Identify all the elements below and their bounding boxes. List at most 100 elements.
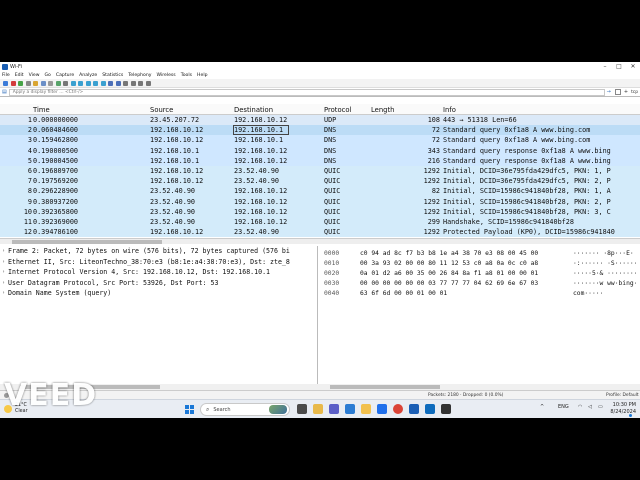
bytes-row[interactable]: 0020 0a 01 d2 a6 00 35 00 26 84 8a f1 a8 …	[320, 270, 640, 280]
terminal-icon[interactable]	[441, 404, 451, 414]
menu-telephony[interactable]: Telephony	[128, 73, 151, 78]
close-file-icon[interactable]	[48, 80, 53, 86]
packet-row[interactable]: 3 0.159462800 192.168.10.12 192.168.10.1 DNS…	[0, 135, 640, 146]
expand-triangle-icon[interactable]: ›	[2, 248, 5, 254]
first-packet-icon[interactable]	[93, 80, 98, 86]
packet-row[interactable]: 4 0.190000500 192.168.10.1 192.168.10.12 DNS…	[0, 145, 640, 156]
start-capture-icon[interactable]	[3, 80, 8, 86]
minimize-icon[interactable]: –	[598, 63, 612, 70]
detail-udp[interactable]: › User Datagram Protocol, Src Port: 53926…	[0, 278, 317, 289]
menu-capture[interactable]: Capture	[56, 73, 74, 78]
zoom-out-icon[interactable]	[130, 80, 136, 86]
menu-statistics[interactable]: Statistics	[102, 73, 123, 78]
column-time[interactable]: Time	[33, 106, 50, 114]
tray-language[interactable]: ENG	[558, 404, 569, 410]
column-info[interactable]: Info	[443, 106, 456, 114]
packet-cell-info: Standard query response 0xf1a8 A www.bin…	[443, 156, 611, 165]
detail-dns[interactable]: › Domain Name System (query)	[0, 288, 317, 299]
profile-label[interactable]: Profile: Default	[606, 393, 639, 398]
menu-help[interactable]: Help	[197, 73, 207, 78]
capture-options-icon[interactable]	[25, 80, 31, 86]
zoom-in-icon[interactable]	[123, 80, 128, 86]
maximize-icon[interactable]: □	[612, 63, 626, 70]
menu-wireless[interactable]: Wireless	[156, 73, 175, 78]
packet-row[interactable]: 2 0.060484600 192.168.10.12 192.168.10.1 DNS…	[0, 125, 640, 136]
expand-triangle-icon[interactable]: ›	[2, 290, 5, 296]
expand-triangle-icon[interactable]: ›	[2, 259, 5, 265]
bytes-row[interactable]: 0010 00 3a 93 02 00 00 80 11 12 53 c0 a8 …	[320, 260, 640, 270]
packet-list-hscroll[interactable]	[0, 238, 640, 244]
packet-row[interactable]: 12 0.394786100 192.168.10.12 23.52.40.90 QUI…	[0, 227, 640, 238]
notification-icon[interactable]	[629, 414, 632, 417]
packet-row[interactable]: 7 0.197569200 192.168.10.12 23.52.40.90 QUIC…	[0, 176, 640, 187]
bytes-row[interactable]: 0040 63 6f 6d 00 00 01 00 01 com·····	[320, 290, 640, 300]
colorize-icon[interactable]	[115, 80, 121, 86]
task-view-icon[interactable]	[297, 404, 307, 414]
packet-row[interactable]: 6 0.196809700 192.168.10.12 23.52.40.90 QUIC…	[0, 166, 640, 177]
packet-cell-no: 5	[27, 156, 32, 165]
packet-row[interactable]: 9 0.380937200 23.52.40.90 192.168.10.12 QUIC…	[0, 196, 640, 207]
reload-icon[interactable]	[55, 80, 61, 86]
bytes-row[interactable]: 0000 c0 94 ad 8c f7 b3 b8 1e a4 38 70 e3 …	[320, 250, 640, 260]
chrome-icon[interactable]	[393, 404, 403, 414]
wireshark-taskbar-icon[interactable]	[409, 404, 419, 414]
packet-row[interactable]: 5 0.190004500 192.168.10.1 192.168.10.12 DNS…	[0, 155, 640, 166]
add-filter-button-icon[interactable]: +	[624, 89, 628, 95]
packet-row[interactable]: 10 0.392365800 23.52.40.90 192.168.10.12 QUI…	[0, 206, 640, 217]
packet-row[interactable]: 1 0.000000000 23.45.207.72 192.168.10.12 UDP…	[0, 115, 640, 126]
stop-capture-icon[interactable]	[10, 80, 16, 86]
apply-filter-icon[interactable]: →	[607, 89, 611, 95]
filter-dropdown-icon[interactable]	[614, 89, 621, 95]
column-source[interactable]: Source	[150, 106, 173, 114]
battery-icon[interactable]: ▭	[598, 404, 603, 410]
go-to-packet-icon[interactable]	[85, 80, 91, 86]
filter-button-label[interactable]: tcp	[631, 90, 638, 95]
volume-icon[interactable]: ◁	[588, 404, 592, 410]
menu-analyze[interactable]: Analyze	[79, 73, 97, 78]
store-icon[interactable]	[377, 404, 387, 414]
start-icon[interactable]	[185, 405, 194, 414]
detail-ethernet[interactable]: › Ethernet II, Src: LiteonTechno_38:70:e3…	[0, 257, 317, 268]
packet-cell-proto: DNS	[324, 126, 337, 135]
zoom-normal-icon[interactable]	[138, 80, 143, 86]
expand-triangle-icon[interactable]: ›	[2, 269, 5, 275]
last-packet-icon[interactable]	[100, 80, 106, 86]
go-forward-icon[interactable]	[78, 80, 83, 86]
taskbar-search[interactable]: ⌕ Search	[200, 403, 290, 416]
display-filter-input[interactable]: Apply a display filter … <Ctrl-/>	[8, 88, 605, 96]
packet-row[interactable]: 11 0.392369000 23.52.40.90 192.168.10.12 QUI…	[0, 217, 640, 228]
resize-columns-icon[interactable]	[145, 80, 151, 86]
scroll-thumb[interactable]	[12, 240, 162, 244]
column-protocol[interactable]: Protocol	[324, 106, 351, 114]
go-back-icon[interactable]	[70, 80, 76, 86]
autoscroll-icon[interactable]	[108, 80, 113, 86]
edge-icon[interactable]	[345, 404, 355, 414]
packet-list[interactable]: 1 0.000000000 23.45.207.72 192.168.10.12 UDP…	[0, 115, 640, 238]
column-length[interactable]: Length	[371, 106, 394, 114]
menu-view[interactable]: View	[29, 73, 40, 78]
menu-edit[interactable]: Edit	[15, 73, 24, 78]
bookmark-icon[interactable]: ▤	[2, 89, 7, 95]
packet-row[interactable]: 8 0.296228900 23.52.40.90 192.168.10.12 QUIC…	[0, 186, 640, 197]
restart-capture-icon[interactable]	[18, 80, 23, 86]
bytes-row[interactable]: 0030 00 00 00 00 00 00 03 77 77 77 04 62 …	[320, 280, 640, 290]
file-explorer-icon[interactable]	[361, 404, 371, 414]
widgets-icon[interactable]	[313, 404, 323, 414]
open-file-icon[interactable]	[33, 80, 38, 86]
packet-cell-proto: QUIC	[324, 177, 341, 186]
expand-triangle-icon[interactable]: ›	[2, 280, 5, 286]
detail-frame[interactable]: › Frame 2: Packet, 72 bytes on wire (576 …	[0, 246, 317, 257]
close-icon[interactable]: ✕	[626, 63, 640, 70]
bytes-scroll-thumb[interactable]	[330, 385, 440, 389]
column-destination[interactable]: Destination	[234, 106, 273, 114]
menu-file[interactable]: File	[2, 73, 10, 78]
detail-ipv4[interactable]: › Internet Protocol Version 4, Src: 192.1…	[0, 267, 317, 278]
teams-icon[interactable]	[329, 404, 339, 414]
app-icon[interactable]	[425, 404, 435, 414]
find-packet-icon[interactable]	[63, 80, 68, 86]
wifi-icon[interactable]: ◠	[578, 404, 582, 410]
menu-go[interactable]: Go	[45, 73, 51, 78]
menu-tools[interactable]: Tools	[181, 73, 192, 78]
tray-chevron-icon[interactable]: ^	[540, 404, 544, 410]
save-file-icon[interactable]	[40, 80, 46, 86]
